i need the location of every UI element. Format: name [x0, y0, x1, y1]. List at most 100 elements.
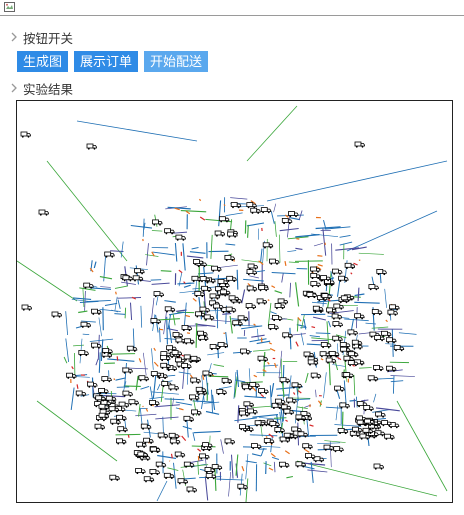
- show-orders-button[interactable]: 展示订单: [74, 51, 139, 72]
- truck-icon: [134, 268, 145, 275]
- truck-icon: [211, 265, 222, 272]
- road-segment: [309, 335, 321, 338]
- road-segment: [107, 353, 136, 355]
- truck-icon: [190, 377, 201, 384]
- road-segment: [186, 255, 204, 259]
- road-segment: [325, 406, 342, 409]
- top-bar: [0, 0, 464, 16]
- truck-icon: [333, 303, 344, 310]
- road-segment: [353, 374, 356, 396]
- truck-icon: [149, 399, 160, 407]
- road-segment: [296, 317, 299, 332]
- route-segment: [145, 408, 149, 412]
- chevron-right-icon: [11, 32, 17, 42]
- road-segment: [189, 251, 206, 254]
- road-segment: [230, 197, 248, 200]
- route-segment: [247, 282, 251, 287]
- truck-icon: [214, 230, 226, 237]
- generate-graph-button[interactable]: 生成图: [17, 51, 69, 72]
- truck-icon: [221, 377, 233, 384]
- road-segment: [72, 297, 92, 300]
- truck-icon: [367, 375, 379, 382]
- truck-icon: [339, 402, 350, 409]
- start-delivery-button[interactable]: 开始配送: [144, 51, 209, 72]
- truck-icon: [386, 337, 397, 344]
- road-segment: [164, 300, 176, 303]
- road-segment: [271, 271, 296, 275]
- road-segment: [107, 358, 135, 362]
- road-segment: [204, 476, 209, 501]
- road-segment: [154, 404, 180, 408]
- route-segment: [185, 314, 191, 318]
- route-segment: [253, 323, 256, 326]
- road-segment: [289, 282, 292, 298]
- truck-icon: [183, 461, 195, 468]
- truck-icon: [152, 219, 163, 226]
- route-segment: [350, 272, 353, 275]
- truck-icon: [175, 337, 186, 344]
- truck-icon: [325, 357, 337, 364]
- truck-icon: [225, 306, 237, 313]
- route-segment: [170, 453, 173, 459]
- truck-icon: [205, 473, 217, 480]
- road-segment: [315, 389, 317, 398]
- road-segment: [152, 251, 175, 256]
- truck-icon: [313, 456, 324, 463]
- route-segment: [284, 450, 290, 455]
- truck-icon: [331, 313, 343, 320]
- road-segment: [99, 276, 113, 280]
- truck-icon: [344, 262, 356, 269]
- route-segment: [268, 342, 272, 345]
- truck-icon: [332, 321, 343, 328]
- truck-icon: [183, 415, 194, 422]
- road-segment: [245, 478, 249, 502]
- road-segment: [328, 320, 331, 328]
- road-segment: [324, 440, 346, 443]
- road-segment: [271, 456, 280, 460]
- truck-icon: [384, 433, 395, 440]
- truck-icon: [157, 432, 169, 439]
- route-segment: [317, 255, 323, 257]
- delivery-map[interactable]: [16, 100, 453, 503]
- route-segment: [159, 328, 164, 331]
- road-segment: [114, 285, 128, 289]
- truck-icon: [135, 467, 146, 475]
- truck-icon: [217, 341, 229, 349]
- truck-icon: [302, 443, 313, 450]
- truck-icon: [304, 453, 316, 460]
- road-segment: [142, 352, 147, 376]
- truck-icon: [338, 275, 349, 282]
- road-segment: [256, 340, 271, 345]
- road-segment: [192, 432, 196, 441]
- truck-icon: [376, 268, 387, 276]
- road-segment: [245, 453, 249, 480]
- road-segment: [89, 338, 114, 342]
- road-segment: [182, 243, 186, 271]
- route-segment: [270, 453, 276, 458]
- route-segment: [76, 384, 79, 389]
- route-segment: [178, 407, 184, 411]
- truck-icon: [155, 461, 167, 468]
- truck-icon: [250, 443, 262, 450]
- truck-icon: [21, 304, 32, 311]
- road-segment: [168, 311, 185, 316]
- route-segment: [127, 434, 130, 438]
- truck-icon: [279, 377, 290, 384]
- route-segment: [269, 347, 276, 352]
- truck-icon: [186, 486, 197, 493]
- road-segment: [288, 375, 292, 400]
- truck-icon: [363, 405, 374, 412]
- road-segment: [155, 416, 179, 420]
- route-segment: [192, 297, 197, 302]
- truck-icon: [168, 432, 180, 439]
- truck-icon: [140, 423, 152, 430]
- road-segment: [361, 399, 369, 402]
- route-segment: [268, 467, 274, 471]
- truck-icon: [281, 218, 293, 225]
- road-segment: [93, 261, 97, 269]
- road-segment: [162, 416, 164, 436]
- truck-icon: [83, 282, 94, 289]
- truck-icon: [188, 394, 200, 401]
- truck-icon: [126, 345, 138, 352]
- truck-icon: [194, 290, 205, 298]
